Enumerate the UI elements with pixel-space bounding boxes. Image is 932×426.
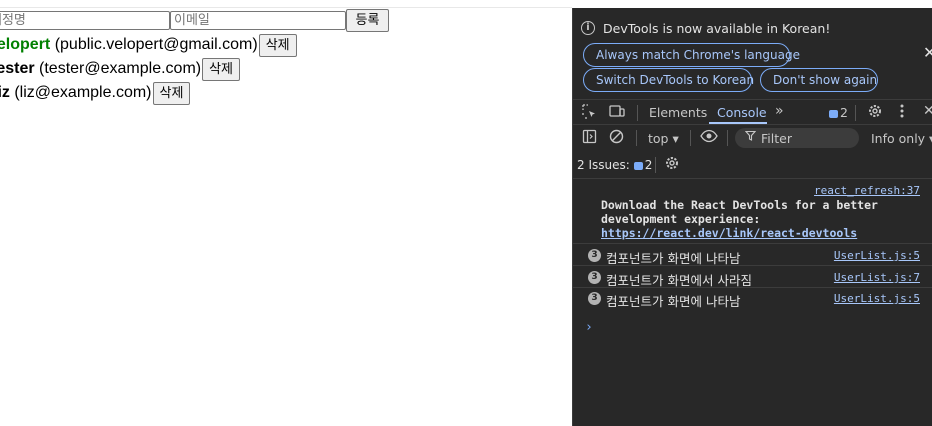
console-log-row: 3 컴포넌트가 화면에 나타남 UserList.js:5 [573, 288, 932, 309]
filter-box [735, 128, 859, 148]
log-level-selector[interactable]: Info only ▾ [871, 131, 932, 146]
console-message-text: Download the React DevTools for a better… [601, 198, 878, 226]
tab-console[interactable]: Console [717, 105, 767, 120]
user-item: velopert (public.velopert@gmail.com)삭제 [0, 34, 297, 57]
toolbar-divider [727, 130, 728, 146]
user-email: (liz@example.com) [14, 84, 152, 101]
user-name[interactable]: liz [0, 84, 10, 101]
user-item: liz (liz@example.com)삭제 [0, 82, 191, 105]
context-selector[interactable]: top ▾ [648, 131, 679, 146]
username-input[interactable] [0, 11, 170, 30]
filter-funnel-icon [744, 130, 757, 144]
console-log-row: 3 컴포넌트가 화면에 나타남 UserList.js:5 [573, 245, 932, 266]
log-text: 컴포넌트가 화면에 나타남 [606, 294, 741, 309]
dont-show-again-button[interactable]: Don't show again [760, 68, 878, 92]
console-output: react_refresh:37 Download the React DevT… [573, 179, 932, 426]
log-text: 컴포넌트가 화면에 나타남 [606, 251, 741, 266]
more-tabs-icon[interactable]: » [775, 103, 784, 119]
toolbar-divider [636, 130, 637, 146]
issues-bar: 2 Issues: 2 [573, 151, 932, 179]
issues-count: 2 [644, 158, 653, 172]
issues-badge-count: 2 [840, 105, 848, 120]
devtools-panel: i DevTools is now available in Korean! A… [572, 8, 932, 426]
user-email: (public.velopert@gmail.com) [54, 36, 258, 53]
more-options-icon[interactable] [899, 103, 905, 123]
sidebar-toggle-icon[interactable] [582, 129, 597, 148]
user-email: (tester@example.com) [39, 60, 202, 77]
inspect-element-icon[interactable] [582, 104, 597, 123]
react-devtools-link[interactable]: https://react.dev/link/react-devtools [601, 226, 857, 240]
match-language-button[interactable]: Always match Chrome's language [583, 43, 800, 67]
user-name[interactable]: tester [0, 60, 35, 77]
live-expression-eye-icon[interactable] [700, 129, 718, 147]
page-divider [0, 7, 572, 8]
user-name[interactable]: velopert [0, 36, 50, 53]
repeat-count-badge: 3 [588, 249, 601, 262]
tab-elements[interactable]: Elements [649, 105, 707, 120]
message-icon [829, 109, 838, 118]
clear-console-icon[interactable] [609, 129, 624, 148]
toolbar-divider [855, 105, 856, 121]
delete-user-button[interactable]: 삭제 [258, 34, 297, 57]
source-link[interactable]: UserList.js:5 [834, 292, 920, 305]
active-tab-indicator [709, 122, 767, 124]
message-icon [633, 161, 643, 170]
source-link[interactable]: UserList.js:5 [834, 249, 920, 262]
register-button[interactable]: 등록 [346, 9, 389, 32]
log-text: 컴포넌트가 화면에서 사라짐 [606, 273, 752, 288]
devtools-tabbar: Elements Console » 2 ✕ [573, 99, 932, 125]
console-message: react_refresh:37 Download the React DevT… [573, 179, 932, 244]
issues-label: 2 Issues: [577, 158, 630, 172]
source-link[interactable]: react_refresh:37 [814, 184, 920, 197]
close-devtools-icon[interactable]: ✕ [923, 103, 932, 119]
switch-to-korean-button[interactable]: Switch DevTools to Korean [583, 68, 754, 92]
email-input[interactable] [170, 11, 346, 30]
user-item: tester (tester@example.com)삭제 [0, 58, 241, 81]
console-log-row: 3 컴포넌트가 화면에서 사라짐 UserList.js:7 [573, 267, 932, 288]
filter-input[interactable] [761, 128, 856, 148]
infobar-message: DevTools is now available in Korean! [603, 21, 831, 36]
settings-gear-icon[interactable] [867, 103, 883, 123]
console-prompt-icon[interactable]: › [585, 320, 593, 335]
delete-user-button[interactable]: 삭제 [152, 82, 191, 105]
close-icon[interactable]: ✕ [923, 43, 932, 62]
info-icon: i [581, 21, 595, 35]
language-infobar: i DevTools is now available in Korean! A… [573, 8, 932, 98]
app-page: 등록 velopert (public.velopert@gmail.com)삭… [0, 0, 572, 426]
delete-user-button[interactable]: 삭제 [202, 58, 241, 81]
console-toolbar: top ▾ Info only ▾ [573, 125, 932, 151]
toolbar-divider [637, 105, 638, 121]
toolbar-divider [655, 157, 656, 173]
console-settings-gear-icon[interactable] [664, 155, 680, 175]
issues-badge[interactable]: 2 [829, 105, 848, 120]
toolbar-divider [690, 130, 691, 146]
source-link[interactable]: UserList.js:7 [834, 271, 920, 284]
repeat-count-badge: 3 [588, 271, 601, 284]
device-toolbar-icon[interactable] [609, 104, 625, 123]
repeat-count-badge: 3 [588, 292, 601, 305]
issues-link[interactable]: 2 Issues: 2 [577, 158, 652, 172]
